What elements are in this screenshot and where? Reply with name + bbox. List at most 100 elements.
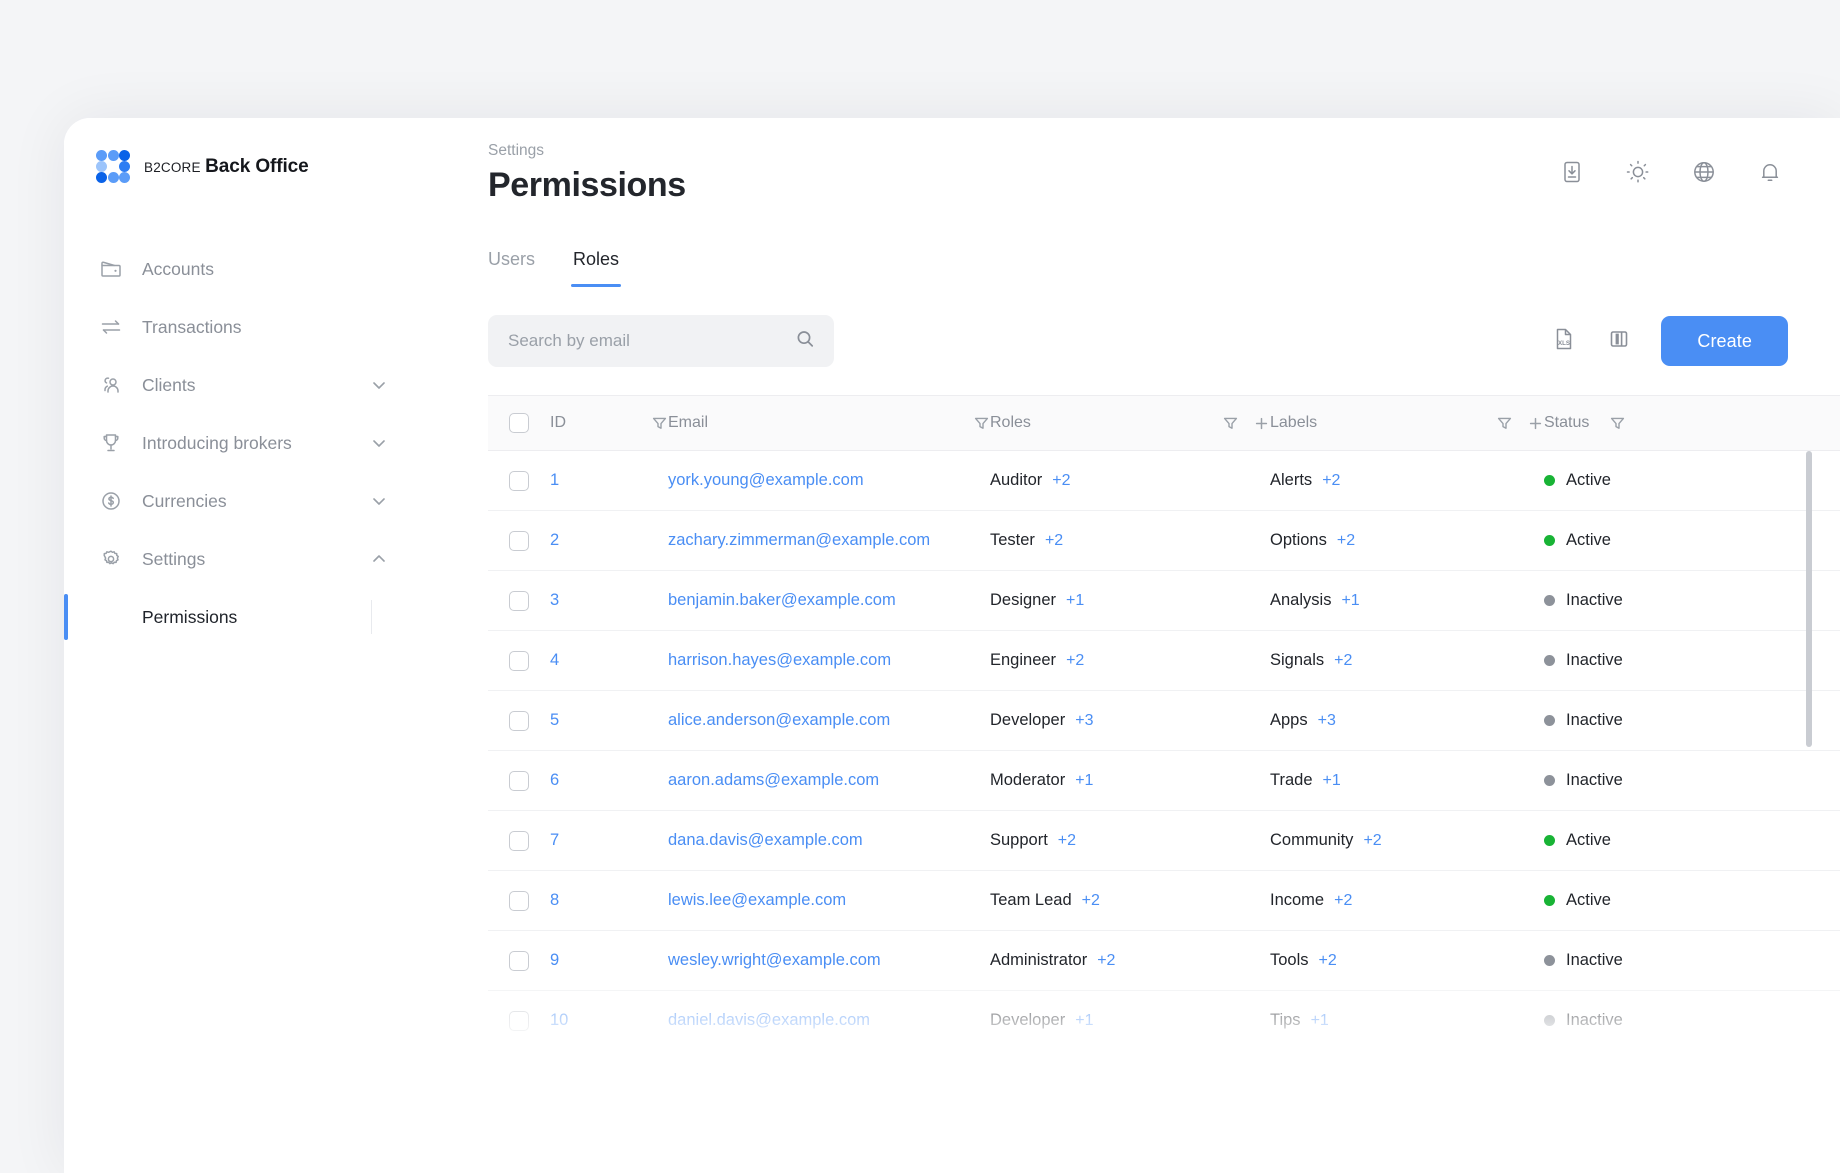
sidebar-item-permissions[interactable]: Permissions <box>64 588 428 646</box>
row-id-link[interactable]: 5 <box>550 711 559 730</box>
table-row[interactable]: 11riley.reed@example.comAuditor+2Crypto+… <box>488 1051 1840 1065</box>
sun-icon[interactable] <box>1624 158 1652 186</box>
row-role-more[interactable]: +2 <box>1082 892 1100 910</box>
row-email-link[interactable]: harrison.hayes@example.com <box>668 651 891 670</box>
row-id-link[interactable]: 10 <box>550 1011 568 1030</box>
globe-icon[interactable] <box>1690 158 1718 186</box>
add-roles-column-icon[interactable] <box>1253 415 1270 432</box>
row-label-more[interactable]: +1 <box>1323 772 1341 790</box>
row-label-more[interactable]: +2 <box>1337 532 1355 550</box>
row-checkbox[interactable] <box>509 1010 529 1031</box>
row-checkbox[interactable] <box>509 950 529 971</box>
row-id-link[interactable]: 6 <box>550 771 559 790</box>
roles-table: ID Email Roles Labels Status 1 york.youn… <box>488 395 1840 1065</box>
row-label-more[interactable]: +2 <box>1363 832 1381 850</box>
add-labels-column-icon[interactable] <box>1527 415 1544 432</box>
table-row[interactable]: 6 aaron.adams@example.com Moderator +1 Trade… <box>488 751 1840 811</box>
row-id-link[interactable]: 4 <box>550 651 559 670</box>
bell-icon[interactable] <box>1756 158 1784 186</box>
filter-funnel-icon[interactable] <box>1222 415 1239 432</box>
tab-users[interactable]: Users <box>488 249 535 287</box>
row-id-link[interactable]: 8 <box>550 891 559 910</box>
column-header-status[interactable]: Status <box>1544 414 1840 432</box>
row-checkbox[interactable] <box>509 770 529 791</box>
search-input[interactable] <box>508 331 794 351</box>
select-all-checkbox[interactable] <box>509 413 529 433</box>
row-label-more[interactable]: +2 <box>1322 472 1340 490</box>
row-label-more[interactable]: +3 <box>1318 712 1336 730</box>
sidebar-item-settings[interactable]: Settings <box>64 530 428 588</box>
row-role-more[interactable]: +1 <box>1075 772 1093 790</box>
row-label-more[interactable]: +2 <box>1334 892 1352 910</box>
row-id-link[interactable]: 7 <box>550 831 559 850</box>
row-id-link[interactable]: 2 <box>550 531 559 550</box>
table-row[interactable]: 4 harrison.hayes@example.com Engineer +2 Sig… <box>488 631 1840 691</box>
row-checkbox[interactable] <box>509 890 529 911</box>
search-box[interactable] <box>488 315 834 367</box>
table-row[interactable]: 10 daniel.davis@example.com Developer +1 Tip… <box>488 991 1840 1051</box>
filter-funnel-icon[interactable] <box>651 415 668 432</box>
row-role-more[interactable]: +2 <box>1097 952 1115 970</box>
row-email-link[interactable]: york.young@example.com <box>668 471 864 490</box>
row-role-more[interactable]: +2 <box>1058 832 1076 850</box>
row-label-more[interactable]: +1 <box>1311 1012 1329 1030</box>
search-icon[interactable] <box>794 328 816 355</box>
row-checkbox[interactable] <box>509 530 529 551</box>
row-role-more[interactable]: +1 <box>1075 1012 1093 1030</box>
row-role-more[interactable]: +2 <box>1052 472 1070 490</box>
row-email-link[interactable]: alice.anderson@example.com <box>668 711 890 730</box>
sidebar-item-clients[interactable]: Clients <box>64 356 428 414</box>
table-row[interactable]: 5 alice.anderson@example.com Developer +3 Ap… <box>488 691 1840 751</box>
row-checkbox[interactable] <box>509 830 529 851</box>
row-checkbox[interactable] <box>509 710 529 731</box>
sidebar-item-currencies[interactable]: Currencies <box>64 472 428 530</box>
row-role-more[interactable]: +2 <box>1045 532 1063 550</box>
row-email-link[interactable]: daniel.davis@example.com <box>668 1011 870 1030</box>
row-checkbox[interactable] <box>509 650 529 671</box>
table-row[interactable]: 3 benjamin.baker@example.com Designer +1 Ana… <box>488 571 1840 631</box>
sidebar-item-introducing-brokers[interactable]: Introducing brokers <box>64 414 428 472</box>
sidebar-item-accounts[interactable]: Accounts <box>64 240 428 298</box>
row-checkbox[interactable] <box>509 470 529 491</box>
xls-file-icon[interactable]: XLS <box>1551 326 1577 357</box>
download-icon[interactable] <box>1558 158 1586 186</box>
row-id-link[interactable]: 1 <box>550 471 559 490</box>
row-id-link[interactable]: 9 <box>550 951 559 970</box>
sidebar-item-transactions[interactable]: Transactions <box>64 298 428 356</box>
row-email-link[interactable]: wesley.wright@example.com <box>668 951 881 970</box>
table-row[interactable]: 9 wesley.wright@example.com Administrator +… <box>488 931 1840 991</box>
row-email-link[interactable]: zachary.zimmerman@example.com <box>668 531 930 550</box>
column-header-roles[interactable]: Roles <box>990 414 1270 432</box>
row-email-link[interactable]: benjamin.baker@example.com <box>668 591 896 610</box>
row-role-more[interactable]: +1 <box>1066 592 1084 610</box>
row-email-link[interactable]: dana.davis@example.com <box>668 831 863 850</box>
row-label-more[interactable]: +2 <box>1334 652 1352 670</box>
row-email-link[interactable]: aaron.adams@example.com <box>668 771 879 790</box>
chevron-down-icon[interactable] <box>370 434 388 452</box>
column-header-email[interactable]: Email <box>668 414 990 432</box>
column-header-id[interactable]: ID <box>550 414 668 432</box>
table-row[interactable]: 2 zachary.zimmerman@example.com Tester +2 Op… <box>488 511 1840 571</box>
columns-layout-icon[interactable] <box>1607 327 1631 356</box>
chevron-up-icon[interactable] <box>370 550 388 568</box>
row-role-more[interactable]: +3 <box>1075 712 1093 730</box>
filter-funnel-icon[interactable] <box>973 415 990 432</box>
create-button[interactable]: Create <box>1661 316 1788 366</box>
row-role-more[interactable]: +2 <box>1066 652 1084 670</box>
row-label-more[interactable]: +2 <box>1319 952 1337 970</box>
chevron-down-icon[interactable] <box>370 492 388 510</box>
row-email-link[interactable]: lewis.lee@example.com <box>668 891 846 910</box>
column-header-labels[interactable]: Labels <box>1270 414 1544 432</box>
row-id-link[interactable]: 3 <box>550 591 559 610</box>
table-row[interactable]: 7 dana.davis@example.com Support +2 Communit… <box>488 811 1840 871</box>
table-row[interactable]: 1 york.young@example.com Auditor +2 Alerts +2… <box>488 451 1840 511</box>
tab-roles[interactable]: Roles <box>571 249 622 287</box>
brand-logo[interactable]: B2CORE Back Office <box>64 118 428 184</box>
filter-funnel-icon[interactable] <box>1609 415 1626 432</box>
table-scrollbar[interactable] <box>1806 451 1812 747</box>
row-checkbox[interactable] <box>509 590 529 611</box>
filter-funnel-icon[interactable] <box>1496 415 1513 432</box>
table-row[interactable]: 8 lewis.lee@example.com Team Lead +2 Income +… <box>488 871 1840 931</box>
row-label-more[interactable]: +1 <box>1341 592 1359 610</box>
chevron-down-icon[interactable] <box>370 376 388 394</box>
